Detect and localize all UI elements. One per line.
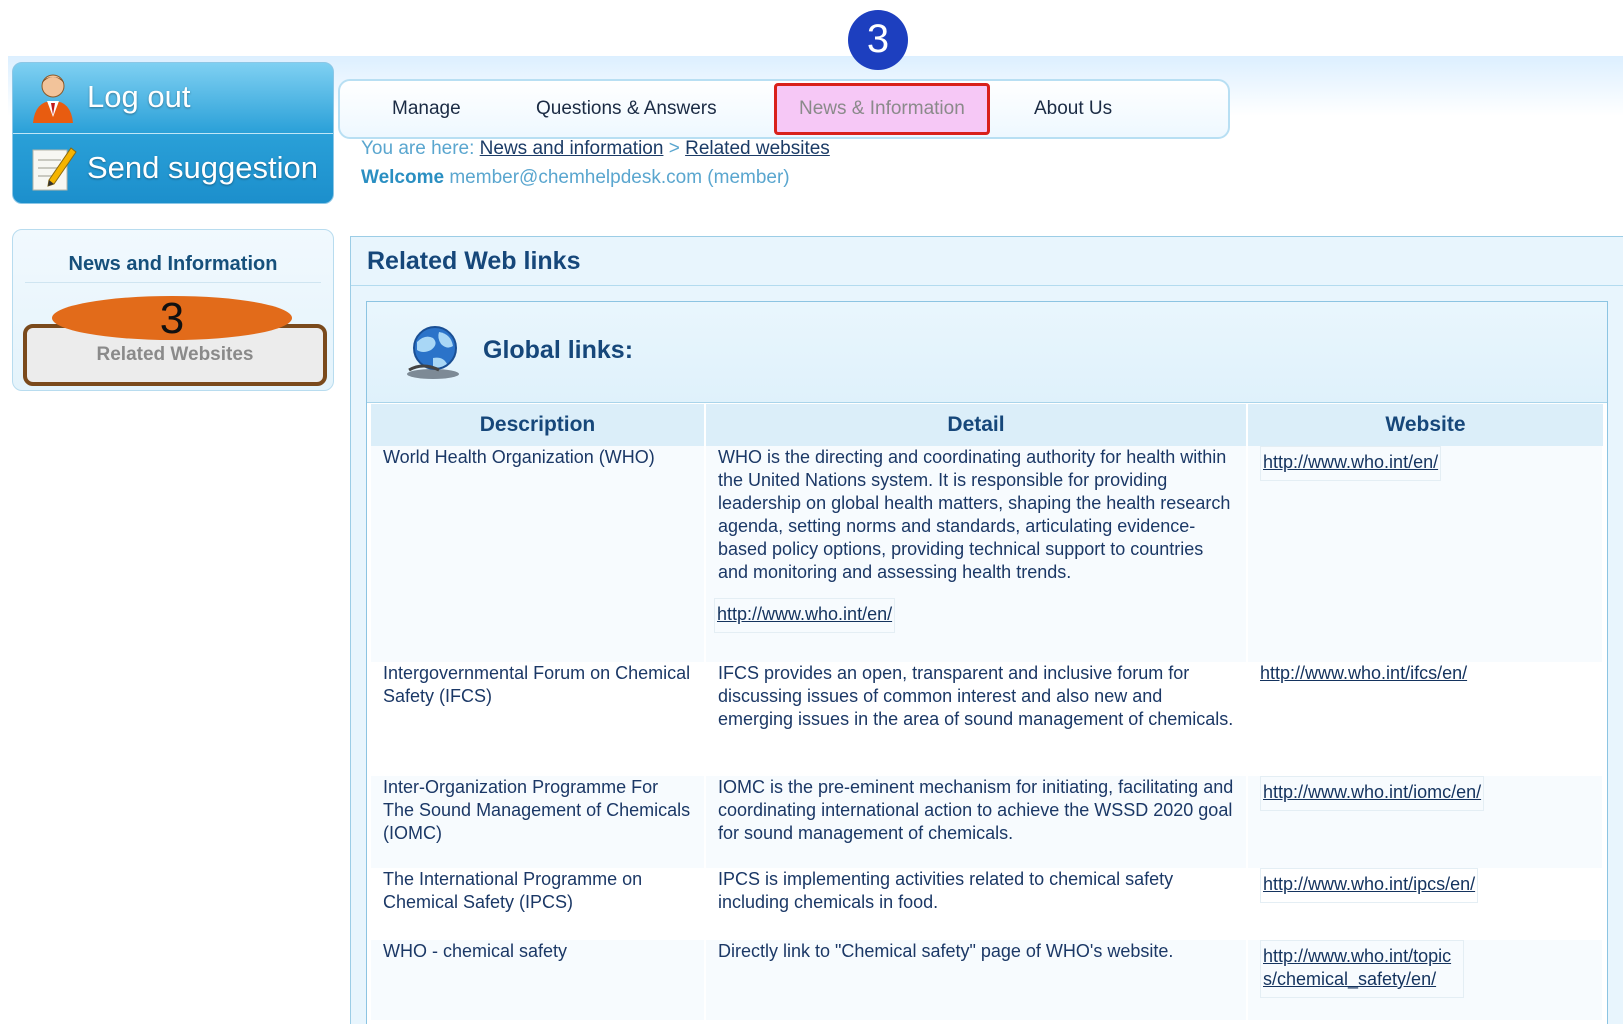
row-detail-text: WHO is the directing and coordinating au…	[718, 447, 1231, 582]
user-icon	[33, 74, 73, 123]
table-row: Intergovernmental Forum on Chemical Safe…	[371, 662, 1604, 776]
breadcrumb: You are here: News and information > Rel…	[361, 138, 830, 160]
sidebar-title: News and Information	[25, 246, 321, 283]
website-link[interactable]: http://www.who.int/topics/chemical_safet…	[1260, 940, 1464, 998]
title-divider	[351, 285, 1623, 286]
welcome-user: member@chemhelpdesk.com (member)	[449, 167, 790, 188]
links-panel: Global links: Description Detail Website…	[366, 301, 1608, 1024]
action-panel: Log out Send suggestion	[12, 62, 334, 204]
table-row: Inter-Organization Programme For The Sou…	[371, 776, 1604, 868]
row-detail: IPCS is implementing activities related …	[705, 868, 1248, 940]
pencil-note-icon	[32, 147, 77, 191]
row-website: http://www.who.int/topics/chemical_safet…	[1247, 940, 1604, 1020]
website-link[interactable]: http://www.who.int/en/	[1260, 446, 1442, 481]
breadcrumb-prefix: You are here:	[361, 138, 475, 159]
logout-button[interactable]: Log out	[13, 63, 333, 131]
breadcrumb-link-news[interactable]: News and information	[480, 138, 664, 159]
row-website: http://www.who.int/ifcs/en/	[1247, 662, 1604, 776]
row-detail: IOMC is the pre-eminent mechanism for in…	[705, 776, 1248, 868]
website-link[interactable]: http://www.who.int/ifcs/en/	[1260, 663, 1467, 683]
row-website: http://www.who.int/iomc/en/	[1247, 776, 1604, 868]
row-detail: WHO is the directing and coordinating au…	[705, 446, 1248, 662]
top-nav: Manage Questions & Answers News & Inform…	[338, 79, 1230, 139]
column-header-description: Description	[371, 404, 706, 446]
row-description: The International Programme on Chemical …	[371, 868, 706, 940]
globe-icon	[407, 326, 459, 379]
links-table: Description Detail Website World Health …	[371, 404, 1604, 1020]
row-website: http://www.who.int/ipcs/en/	[1247, 868, 1604, 940]
website-link[interactable]: http://www.who.int/ipcs/en/	[1260, 868, 1479, 903]
row-description: WHO - chemical safety	[371, 940, 706, 1020]
nav-about-us[interactable]: About Us	[1034, 81, 1112, 137]
row-detail: IFCS provides an open, transparent and i…	[705, 662, 1248, 776]
row-description: World Health Organization (WHO)	[371, 446, 706, 662]
table-row: World Health Organization (WHO) WHO is t…	[371, 446, 1604, 662]
table-row: The International Programme on Chemical …	[371, 868, 1604, 940]
nav-questions-answers[interactable]: Questions & Answers	[536, 81, 717, 137]
detail-link[interactable]: http://www.who.int/en/	[714, 598, 896, 633]
column-header-website: Website	[1247, 404, 1603, 446]
table-row: WHO - chemical safety Directly link to "…	[371, 940, 1604, 1020]
section-title: Global links:	[483, 336, 634, 364]
row-website: http://www.who.int/en/	[1247, 446, 1604, 662]
nav-manage[interactable]: Manage	[392, 81, 461, 137]
send-suggestion-label: Send suggestion	[87, 150, 318, 185]
website-link[interactable]: http://www.who.int/iomc/en/	[1260, 776, 1485, 811]
breadcrumb-separator: >	[668, 138, 680, 159]
row-description: Inter-Organization Programme For The Sou…	[371, 776, 706, 868]
column-header-detail: Detail	[705, 404, 1248, 446]
logout-label: Log out	[87, 79, 191, 114]
row-description: Intergovernmental Forum on Chemical Safe…	[371, 662, 706, 776]
welcome-label: Welcome	[361, 167, 445, 188]
links-panel-header: Global links:	[367, 302, 1607, 403]
breadcrumb-link-related[interactable]: Related websites	[685, 138, 830, 159]
welcome-line: Welcome member@chemhelpdesk.com (member)	[361, 167, 790, 189]
nav-news-information[interactable]: News & Information	[774, 83, 990, 135]
row-detail: Directly link to "Chemical safety" page …	[705, 940, 1248, 1020]
step-marker-ellipse: 3	[52, 296, 292, 342]
step-marker-circle: 3	[848, 10, 908, 70]
page-title: Related Web links	[367, 247, 581, 275]
send-suggestion-button[interactable]: Send suggestion	[13, 133, 333, 202]
